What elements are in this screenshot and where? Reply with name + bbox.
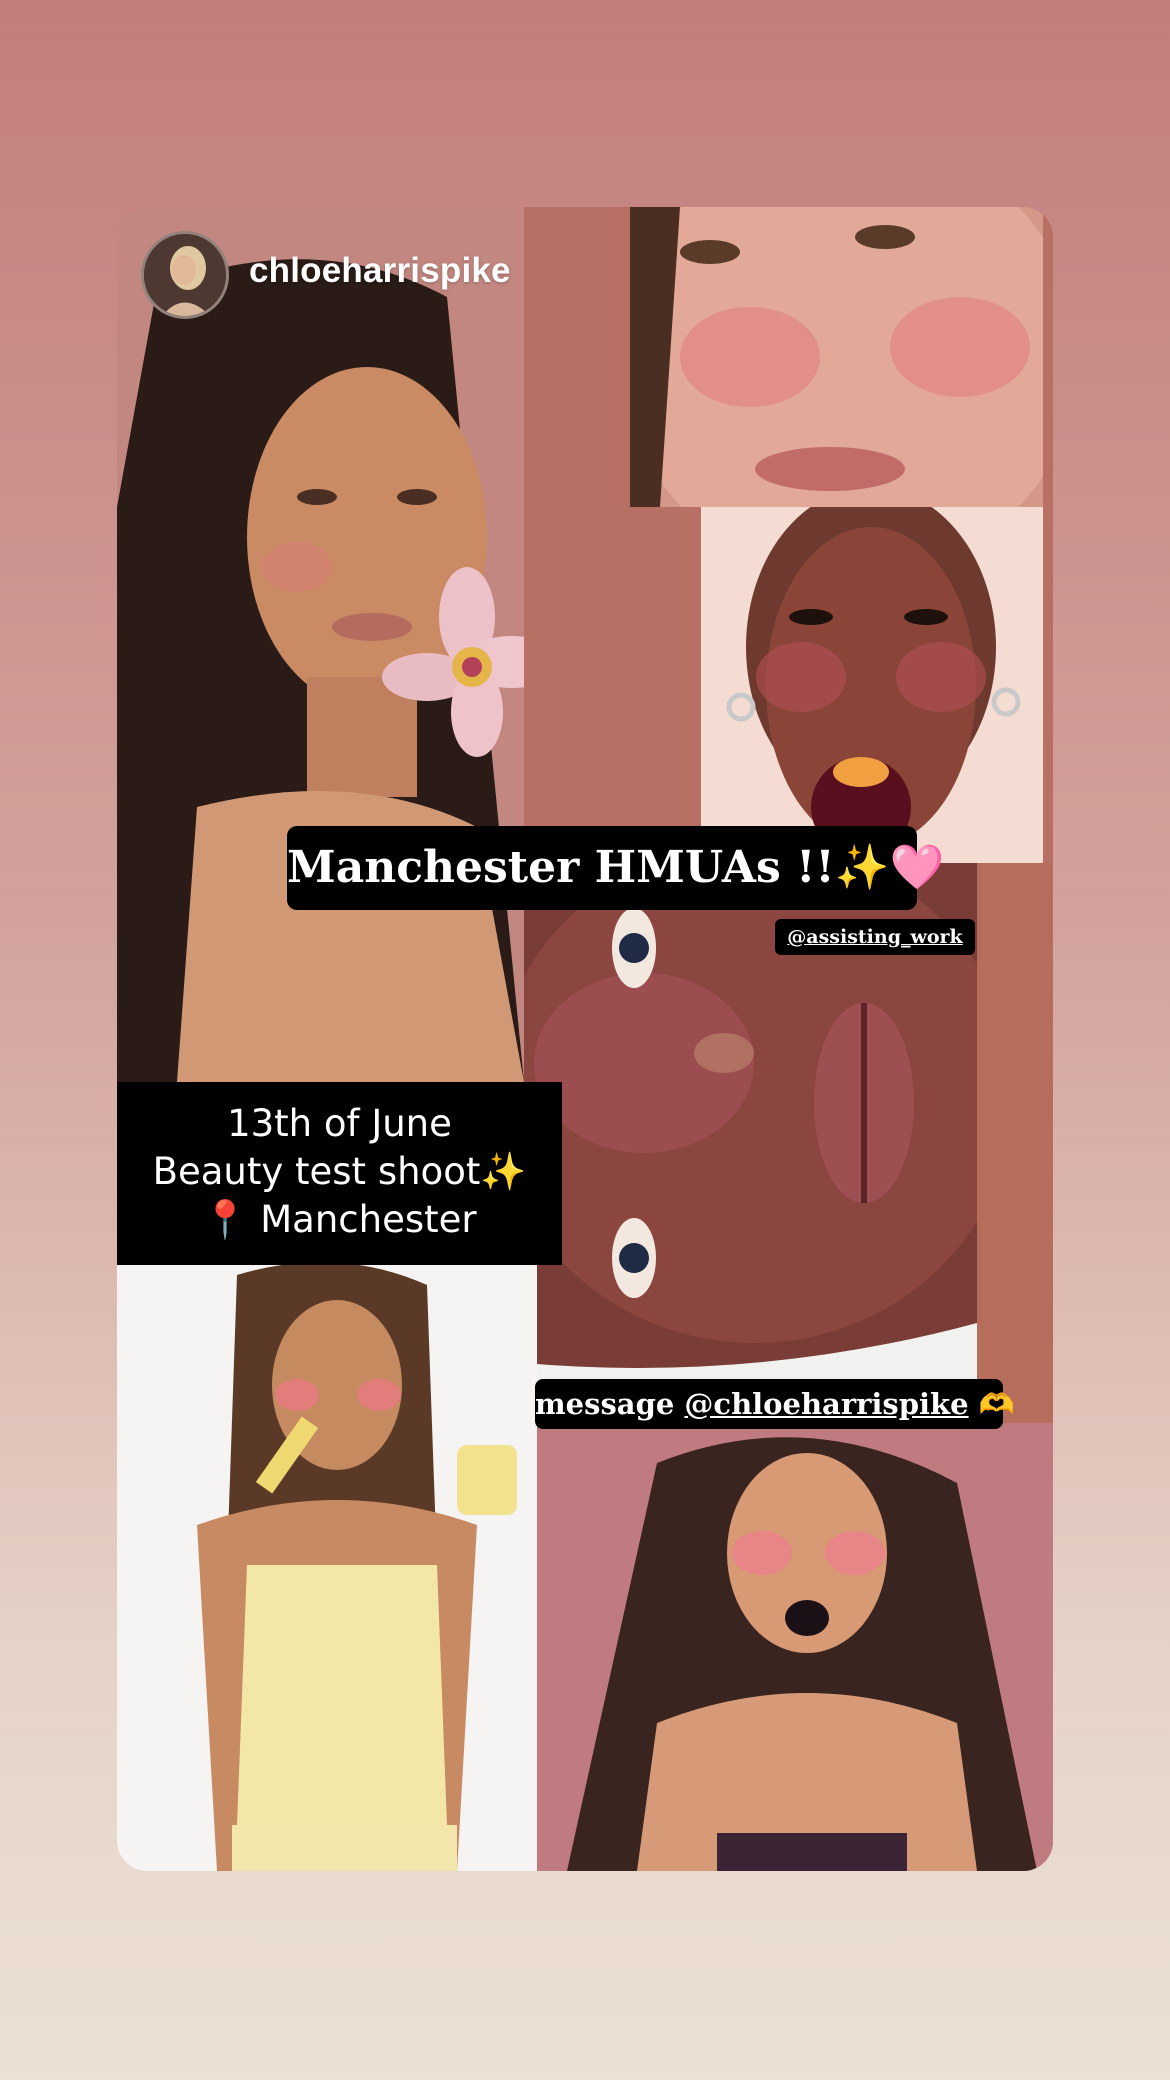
photo-portrait-orchid [117,207,524,1082]
pin-icon: 📍 [202,1198,249,1241]
caption-title-text: Manchester HMUAs !! [287,842,835,893]
profile-avatar[interactable] [141,231,229,319]
photo-yellow-lipstick [117,1265,537,1871]
sparkles-heart-emoji: ✨🩷 [834,842,945,893]
event-location: Manchester [248,1198,477,1241]
sparkles-icon: ✨ [480,1150,527,1193]
story-username[interactable]: chloeharrispike [249,251,511,291]
event-location-line: 📍 Manchester [117,1196,562,1244]
photo-berry-portrait [537,1423,1053,1871]
event-title: Beauty test shoot [152,1150,481,1193]
caption-message-prefix: message [535,1387,685,1421]
heart-hands-icon: 🫶 [978,1387,1015,1421]
event-title-line: Beauty test shoot✨ [117,1148,562,1196]
photo-blush-closeup [630,207,1043,507]
event-date: 13th of June [227,1102,452,1145]
photo-plum-bite [701,507,1043,863]
mention-chloeharrispike[interactable]: @chloeharrispike [684,1387,968,1421]
caption-message: message @chloeharrispike 🫶 [535,1379,1015,1429]
mention-assisting-work[interactable]: @assisting_work [775,919,975,955]
story-collage-card: chloeharrispike Manchester HMUAs !!✨🩷 @a… [117,207,1053,1871]
event-details: 13th of June Beauty test shoot✨ 📍 Manche… [117,1082,562,1265]
collage-color-strip [977,863,1053,1423]
caption-title: Manchester HMUAs !!✨🩷 [287,826,944,910]
